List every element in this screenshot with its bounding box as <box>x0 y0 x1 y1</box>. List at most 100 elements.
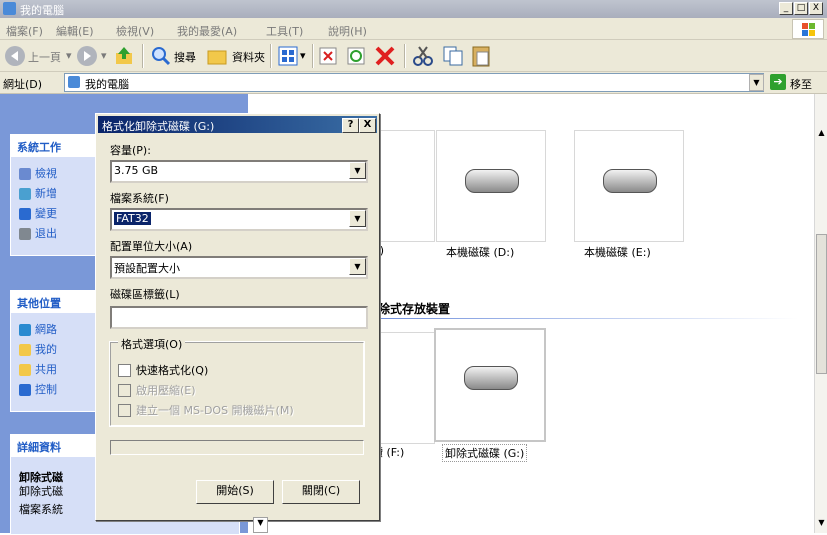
allocation-label: 配置單位大小(A) <box>110 240 193 253</box>
drive-g[interactable] <box>434 328 546 442</box>
back-arrow-icon[interactable] <box>4 45 26 67</box>
cut-icon[interactable] <box>412 45 434 67</box>
drive-d[interactable] <box>436 130 546 242</box>
section-divider <box>378 318 798 319</box>
address-bar: 網址(D) 我的電腦 ▼ ➔ 移至 <box>0 72 827 94</box>
chevron-down-icon[interactable]: ▼ <box>349 162 366 179</box>
help-button[interactable]: ? <box>342 118 359 133</box>
maximize-button[interactable]: □ <box>794 2 808 15</box>
drive-g-label[interactable]: 卸除式磁碟 (G:) <box>442 444 528 462</box>
go-arrow-icon[interactable]: ➔ <box>770 74 786 90</box>
menu-file[interactable]: 檔案(F) <box>6 23 43 39</box>
back-button-label[interactable]: 上一頁 <box>28 49 61 65</box>
place-item-network[interactable]: 網路 <box>19 321 57 337</box>
hard-disk-icon <box>603 169 657 193</box>
search-icon[interactable] <box>150 45 172 67</box>
allocation-select[interactable]: 預設配置大小 ▼ <box>110 256 368 279</box>
copy-icon[interactable] <box>442 45 464 67</box>
details-type: 卸除式磁 <box>19 485 63 498</box>
msdos-label: 建立一個 MS-DOS 開機磁片(M) <box>136 404 294 417</box>
view-icon <box>19 168 31 180</box>
volume-label-input[interactable] <box>110 306 368 329</box>
removable-section-header: 除式存放裝置 <box>378 302 451 316</box>
computer-icon <box>3 2 16 15</box>
window-title: 我的電腦 <box>20 4 64 17</box>
place-item-shared[interactable]: 共用 <box>19 361 57 377</box>
network-icon <box>19 324 31 336</box>
computer-icon <box>68 76 80 88</box>
minimize-button[interactable]: _ <box>779 2 793 15</box>
close-button[interactable]: X <box>809 2 823 15</box>
back-dropdown-icon[interactable]: ▾ <box>66 49 72 62</box>
filesystem-value: FAT32 <box>113 211 152 226</box>
paste-icon[interactable] <box>470 44 492 68</box>
menu-favorites[interactable]: 我的最愛(A) <box>177 23 237 39</box>
quick-format-checkbox[interactable] <box>118 364 131 377</box>
format-options-title: 格式選項(O) <box>118 336 186 352</box>
change-icon <box>19 208 31 220</box>
forward-dropdown-icon[interactable]: ▾ <box>101 49 107 62</box>
quick-format-label[interactable]: 快速格式化(Q) <box>136 362 208 378</box>
window-titlebar[interactable]: 我的電腦 _ □ X <box>0 0 827 18</box>
compress-checkbox <box>118 384 131 397</box>
format-progress-bar <box>110 440 364 455</box>
my-documents-icon <box>19 344 31 356</box>
allocation-value: 預設配置大小 <box>114 262 180 275</box>
volume-label-label: 磁碟區標籤(L) <box>110 288 180 301</box>
go-button-label[interactable]: 移至 <box>790 76 812 92</box>
start-button[interactable]: 開始(S) <box>196 480 274 504</box>
search-button-label[interactable]: 搜尋 <box>174 49 196 65</box>
drive-e-label[interactable]: 本機磁碟 (E:) <box>584 244 651 260</box>
toolbar: 上一頁 ▾ ▾ 搜尋 資料夾 ▾ <box>0 40 827 72</box>
menu-help[interactable]: 說明(H) <box>328 23 367 39</box>
delete-icon[interactable] <box>374 45 396 67</box>
folders-icon[interactable] <box>206 45 228 67</box>
scroll-up-icon[interactable]: ▲ <box>816 128 827 141</box>
menu-view[interactable]: 檢視(V) <box>116 23 154 39</box>
eject-icon <box>19 228 31 240</box>
place-item-control[interactable]: 控制 <box>19 381 57 397</box>
chevron-down-icon[interactable]: ▼ <box>349 258 366 275</box>
chevron-down-icon[interactable]: ▼ <box>349 210 366 227</box>
scroll-down-icon[interactable]: ▼ <box>816 518 827 531</box>
up-folder-icon[interactable] <box>114 45 136 67</box>
capacity-value: 3.75 GB <box>114 164 159 177</box>
compress-label: 啟用壓縮(E) <box>136 384 196 397</box>
address-dropdown-icon[interactable]: ▼ <box>749 74 764 91</box>
dialog-titlebar[interactable]: 格式化卸除式磁碟 (G:) ? X <box>98 116 377 133</box>
dialog-close-action-button[interactable]: 關閉(C) <box>282 480 360 504</box>
folders-button-label[interactable]: 資料夾 <box>232 49 265 65</box>
scroll-down-icon[interactable]: ▼ <box>253 517 268 533</box>
refresh-icon[interactable] <box>346 46 366 66</box>
task-item-view[interactable]: 檢視 <box>19 165 57 181</box>
windows-logo-icon <box>792 19 824 39</box>
removable-disk-icon <box>464 366 518 390</box>
place-item-my-docs[interactable]: 我的 <box>19 341 57 357</box>
menu-tools[interactable]: 工具(T) <box>266 23 303 39</box>
task-item-change[interactable]: 變更 <box>19 205 57 221</box>
task-item-eject[interactable]: 退出 <box>19 225 57 241</box>
dialog-title: 格式化卸除式磁碟 (G:) <box>102 120 215 133</box>
views-dropdown-icon[interactable]: ▾ <box>300 49 306 62</box>
menu-bar: 檔案(F) 編輯(E) 檢視(V) 我的最愛(A) 工具(T) 說明(H) <box>0 18 827 40</box>
shared-folder-icon <box>19 364 31 376</box>
msdos-checkbox <box>118 404 131 417</box>
address-value: 我的電腦 <box>85 78 129 91</box>
capacity-label: 容量(P): <box>110 144 151 157</box>
drive-e[interactable] <box>574 130 684 242</box>
scroll-thumb[interactable] <box>816 234 827 374</box>
filesystem-select[interactable]: FAT32 ▼ <box>110 208 368 231</box>
control-panel-icon <box>19 384 31 396</box>
address-label: 網址(D) <box>3 78 43 91</box>
task-item-add[interactable]: 新增 <box>19 185 57 201</box>
menu-edit[interactable]: 編輯(E) <box>56 23 94 39</box>
forward-arrow-icon[interactable] <box>76 45 98 67</box>
move-to-icon[interactable] <box>318 46 338 66</box>
capacity-select[interactable]: 3.75 GB ▼ <box>110 160 368 183</box>
address-input[interactable]: 我的電腦 ▼ <box>64 73 764 92</box>
views-icon[interactable] <box>278 46 298 66</box>
drive-d-label[interactable]: 本機磁碟 (D:) <box>446 244 514 260</box>
details-fs: 檔案系統 <box>19 503 63 516</box>
dialog-close-button[interactable]: X <box>359 118 376 133</box>
vertical-scrollbar[interactable]: ▲ ▼ <box>814 94 827 533</box>
